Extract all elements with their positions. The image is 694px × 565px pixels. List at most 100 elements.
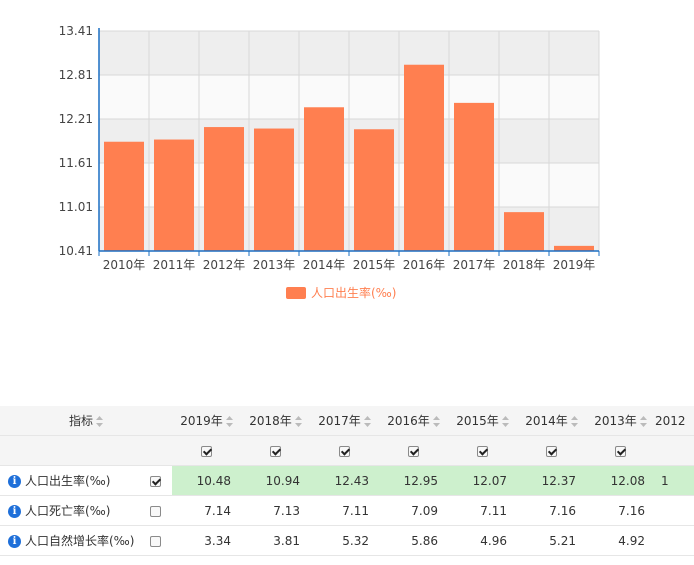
value-cell: 12.08: [586, 465, 656, 496]
value-cell: 7.16: [586, 495, 656, 526]
sort-icon[interactable]: [570, 416, 578, 427]
legend-label[interactable]: 人口出生率(‰): [311, 285, 396, 300]
y-axis-tick-labels: 13.41 12.81 12.21 11.61 11.01 10.41: [59, 24, 93, 258]
column-checkbox-cell: [379, 435, 449, 466]
column-checkbox-cell: [172, 435, 242, 466]
year-header-label: 2013年: [594, 414, 637, 428]
column-checkbox[interactable]: [546, 445, 558, 457]
bar[interactable]: [404, 64, 444, 251]
y-tick-label: 10.41: [59, 244, 93, 258]
year-header-label: 2012: [655, 413, 686, 428]
column-checkbox[interactable]: [201, 445, 213, 457]
column-checkbox-cell: [655, 435, 694, 466]
year-column-header[interactable]: 2018年: [241, 406, 311, 436]
column-checkbox[interactable]: [408, 445, 420, 457]
year-column-header[interactable]: 2014年: [517, 406, 587, 436]
y-tick-label: 12.21: [59, 112, 93, 126]
x-tick-label: 2018年: [503, 258, 546, 272]
indicator-name: 人口出生率(‰): [25, 474, 111, 488]
legend-swatch[interactable]: [286, 287, 306, 299]
indicator-name-cell[interactable]: i 人口死亡率(‰): [0, 495, 139, 526]
value-cell: 7.09: [379, 495, 449, 526]
column-checkbox[interactable]: [615, 445, 627, 457]
bar[interactable]: [504, 212, 544, 251]
year-column-header[interactable]: 2019年: [172, 406, 242, 436]
x-tick-label: 2013年: [253, 258, 296, 272]
year-column-header[interactable]: 2016年: [379, 406, 449, 436]
y-tick-label: 12.81: [59, 68, 93, 82]
sort-icon[interactable]: [501, 416, 509, 427]
column-checkbox-cell: [517, 435, 587, 466]
value-cell: 10.94: [241, 465, 311, 496]
bar[interactable]: [204, 127, 244, 251]
bar[interactable]: [254, 128, 294, 251]
table-row: i 人口死亡率(‰) 7.14 7.13 7.11 7.09 7.11 7.16 7.16: [0, 495, 694, 526]
year-column-header[interactable]: 2017年: [310, 406, 380, 436]
bar[interactable]: [154, 139, 194, 251]
row-checkbox[interactable]: [150, 505, 161, 517]
sort-icon[interactable]: [225, 416, 233, 427]
x-tick-label: 2012年: [203, 258, 246, 272]
row-checkbox-cell: [139, 495, 173, 526]
bar[interactable]: [454, 102, 494, 251]
year-header-label: 2016年: [387, 414, 430, 428]
row-checkbox[interactable]: [150, 475, 161, 487]
bar[interactable]: [104, 141, 144, 251]
column-checkbox[interactable]: [477, 445, 489, 457]
year-column-header[interactable]: 2015年: [448, 406, 518, 436]
table-header-row: 指标 2019年 2018年 2017年 2016年 2015年 2014年 2013年 20…: [0, 406, 694, 436]
year-header-label: 2017年: [318, 414, 361, 428]
value-cell: 7.16: [517, 495, 587, 526]
value-cell: 12.43: [310, 465, 380, 496]
bar[interactable]: [304, 107, 344, 252]
column-checkbox-row: [0, 435, 694, 466]
y-tick-label: 13.41: [59, 24, 93, 38]
value-cell: 7.11: [448, 495, 518, 526]
y-tick-label: 11.01: [59, 200, 93, 214]
indicator-name: 人口死亡率(‰): [25, 504, 111, 518]
row-checkbox-cell: [139, 465, 173, 496]
x-tick-label: 2016年: [403, 258, 446, 272]
legend[interactable]: 人口出生率(‰): [286, 285, 396, 300]
table-row: i 人口出生率(‰) 10.48 10.94 12.43 12.95 12.07 12.37 1…: [0, 465, 694, 496]
x-tick-label: 2019年: [553, 258, 596, 272]
column-checkbox-cell: [586, 435, 656, 466]
column-checkbox-cell: [241, 435, 311, 466]
value-cell: 7.14: [172, 495, 242, 526]
value-cell: 3.81: [241, 525, 311, 556]
value-cell: 7.13: [241, 495, 311, 526]
indicator-header[interactable]: 指标: [0, 406, 173, 436]
sort-icon[interactable]: [432, 416, 440, 427]
info-icon[interactable]: i: [8, 475, 21, 488]
column-checkbox[interactable]: [270, 445, 282, 457]
indicator-name-cell[interactable]: i 人口出生率(‰): [0, 465, 139, 496]
year-column-header[interactable]: 2012: [655, 406, 694, 436]
value-cell: [655, 495, 694, 526]
info-icon[interactable]: i: [8, 505, 21, 518]
bar[interactable]: [354, 129, 394, 251]
value-cell: 7.11: [310, 495, 380, 526]
info-icon[interactable]: i: [8, 535, 21, 548]
year-header-label: 2018年: [249, 414, 292, 428]
value-cell: 4.96: [448, 525, 518, 556]
value-cell: 12.95: [379, 465, 449, 496]
column-checkbox-cell: [310, 435, 380, 466]
row-checkbox-cell: [139, 525, 173, 556]
sort-icon[interactable]: [363, 416, 371, 427]
indicator-name-cell[interactable]: i 人口自然增长率(‰): [0, 525, 139, 556]
value-cell: 5.32: [310, 525, 380, 556]
year-column-header[interactable]: 2013年: [586, 406, 656, 436]
column-checkbox[interactable]: [339, 445, 351, 457]
sort-icon[interactable]: [639, 416, 647, 427]
value-cell: 10.48: [172, 465, 242, 496]
x-axis-tick-labels: 2010年 2011年 2012年 2013年 2014年 2015年 2016年 2017年…: [103, 258, 596, 272]
value-cell: 5.86: [379, 525, 449, 556]
bar[interactable]: [554, 245, 594, 251]
sort-icon[interactable]: [96, 416, 104, 427]
x-tick-label: 2014年: [303, 258, 346, 272]
sort-icon[interactable]: [294, 416, 302, 427]
x-tick-label: 2017年: [453, 258, 496, 272]
value-cell: 5.21: [517, 525, 587, 556]
value-cell: 12.37: [517, 465, 587, 496]
row-checkbox[interactable]: [150, 535, 161, 547]
